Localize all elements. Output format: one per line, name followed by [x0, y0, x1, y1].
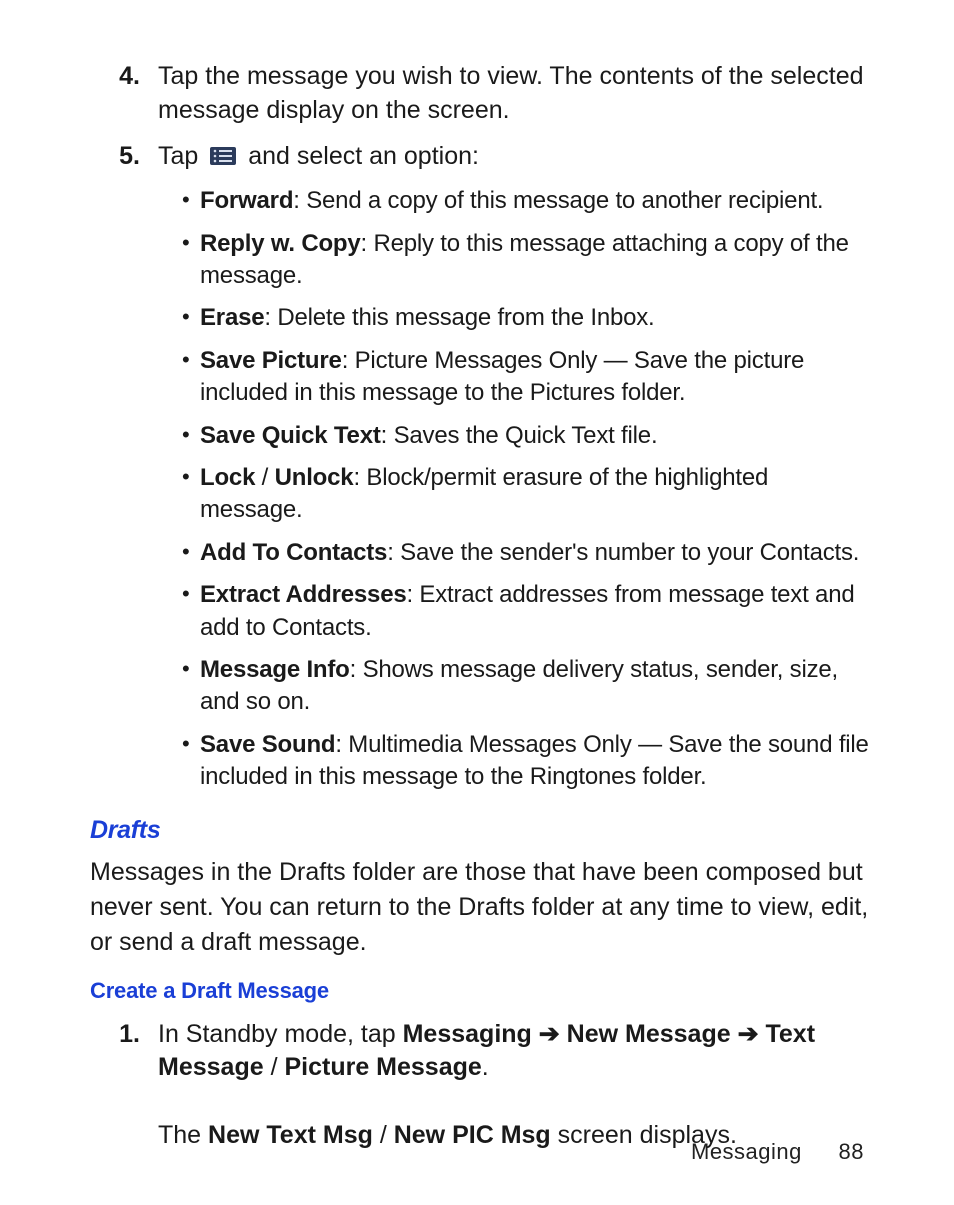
page-number: 88	[839, 1139, 864, 1164]
step-text: In Standby mode, tap Messaging ➔ New Mes…	[158, 1018, 874, 1153]
section-heading-drafts: Drafts	[90, 816, 874, 845]
list-item: • Add To Contacts: Save the sender's num…	[182, 537, 874, 569]
bullet-marker: •	[182, 579, 200, 609]
list-item: • Reply w. Copy: Reply to this message a…	[182, 228, 874, 293]
ordered-step-5: 5. Tap and select an option:	[90, 140, 874, 174]
bullet-text: Reply w. Copy: Reply to this message att…	[200, 228, 874, 293]
bullet-marker: •	[182, 537, 200, 567]
step-text: Tap the message you wish to view. The co…	[158, 60, 874, 128]
bullet-marker: •	[182, 729, 200, 759]
list-item: • Extract Addresses: Extract addresses f…	[182, 579, 874, 644]
list-item: • Forward: Send a copy of this message t…	[182, 185, 874, 217]
step-text: Tap and select an option:	[158, 140, 874, 174]
bullet-marker: •	[182, 345, 200, 375]
ordered-step-1: 1. In Standby mode, tap Messaging ➔ New …	[90, 1018, 874, 1153]
menu-list-icon	[209, 146, 237, 166]
bullet-text: Erase: Delete this message from the Inbo…	[200, 302, 874, 334]
bullet-marker: •	[182, 420, 200, 450]
list-item: • Save Quick Text: Saves the Quick Text …	[182, 420, 874, 452]
page-footer: Messaging 88	[691, 1139, 864, 1165]
list-item: • Lock / Unlock: Block/permit erasure of…	[182, 462, 874, 527]
list-item: • Save Sound: Multimedia Messages Only —…	[182, 729, 874, 794]
bullet-text: Add To Contacts: Save the sender's numbe…	[200, 537, 874, 569]
bullet-marker: •	[182, 185, 200, 215]
list-item: • Erase: Delete this message from the In…	[182, 302, 874, 334]
subsection-heading-create-draft: Create a Draft Message	[90, 978, 874, 1004]
ordered-step-4: 4. Tap the message you wish to view. The…	[90, 60, 874, 128]
bullet-marker: •	[182, 654, 200, 684]
text-before-icon: Tap	[158, 142, 205, 170]
bullet-text: Forward: Send a copy of this message to …	[200, 185, 874, 217]
list-item: • Save Picture: Picture Messages Only — …	[182, 345, 874, 410]
step-number: 4.	[90, 60, 158, 94]
step-number: 1.	[90, 1018, 158, 1052]
drafts-intro-text: Messages in the Drafts folder are those …	[90, 855, 874, 960]
bullet-marker: •	[182, 228, 200, 258]
footer-section-name: Messaging	[691, 1139, 802, 1164]
bullet-marker: •	[182, 302, 200, 332]
bullet-text: Save Quick Text: Saves the Quick Text fi…	[200, 420, 874, 452]
bullet-text: Lock / Unlock: Block/permit erasure of t…	[200, 462, 874, 527]
bullet-marker: •	[182, 462, 200, 492]
options-bullet-list: • Forward: Send a copy of this message t…	[90, 185, 874, 793]
bullet-text: Extract Addresses: Extract addresses fro…	[200, 579, 874, 644]
list-item: • Message Info: Shows message delivery s…	[182, 654, 874, 719]
manual-page: 4. Tap the message you wish to view. The…	[0, 0, 954, 1205]
step-number: 5.	[90, 140, 158, 174]
text-after-icon: and select an option:	[248, 142, 479, 170]
bullet-text: Message Info: Shows message delivery sta…	[200, 654, 874, 719]
bullet-text: Save Picture: Picture Messages Only — Sa…	[200, 345, 874, 410]
bullet-text: Save Sound: Multimedia Messages Only — S…	[200, 729, 874, 794]
